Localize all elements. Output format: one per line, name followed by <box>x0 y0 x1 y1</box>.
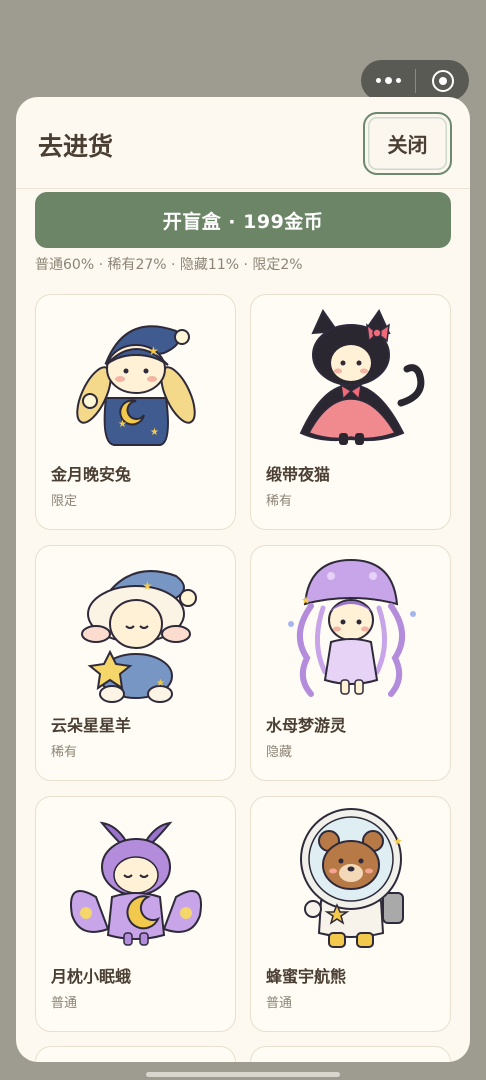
svg-text:★: ★ <box>393 835 403 848</box>
item-rarity: 隐藏 <box>266 745 293 760</box>
open-blind-box-button[interactable]: 开盲盒 · 199金币 <box>35 192 451 248</box>
close-miniprogram-icon[interactable] <box>416 60 469 101</box>
item-card-partial[interactable] <box>250 1046 451 1062</box>
item-name: 缎带夜猫 <box>266 465 331 484</box>
more-icon[interactable] <box>361 60 415 101</box>
item-rarity: 普通 <box>266 996 293 1011</box>
item-grid: ★ ★ ★ 金月晚安兔 限定 缎带夜猫 稀有 ★ ★ 云朵星星羊 稀有 ★ 水母… <box>35 294 451 1032</box>
jellyfish-icon: ★ <box>288 558 416 697</box>
close-button[interactable]: 关闭 <box>363 112 452 175</box>
miniprogram-capsule <box>361 60 469 101</box>
item-rarity: 稀有 <box>51 745 78 760</box>
item-card-partial[interactable] <box>35 1046 236 1062</box>
item-name: 蜂蜜宇航熊 <box>266 967 347 986</box>
moth-icon <box>70 821 202 946</box>
svg-text:★: ★ <box>118 419 127 430</box>
item-name: 云朵星星羊 <box>51 716 132 735</box>
svg-text:★: ★ <box>142 579 153 593</box>
svg-text:★: ★ <box>156 678 165 689</box>
svg-text:★: ★ <box>150 427 159 438</box>
cat-icon <box>299 308 425 445</box>
drop-rates-text: 普通60% · 稀有27% · 隐藏11% · 限定2% <box>35 257 303 273</box>
item-card[interactable]: 月枕小眠蛾 普通 <box>35 796 236 1032</box>
item-card[interactable]: ★ ★ 云朵星星羊 稀有 <box>35 545 236 781</box>
item-card[interactable]: ★ 水母梦游灵 隐藏 <box>250 545 451 781</box>
item-rarity: 稀有 <box>266 494 293 509</box>
sheet-header: 去进货 关闭 <box>16 97 470 189</box>
next-row-partial <box>35 1046 451 1062</box>
restock-sheet: 去进货 关闭 开盲盒 · 199金币 普通60% · 稀有27% · 隐藏11%… <box>16 97 470 1062</box>
item-rarity: 普通 <box>51 996 78 1011</box>
item-rarity: 限定 <box>51 494 78 509</box>
sheet-title: 去进货 <box>38 132 114 161</box>
item-card[interactable]: ★ ★ ★ 金月晚安兔 限定 <box>35 294 236 530</box>
bear-icon: ★ <box>300 808 404 948</box>
item-name: 月枕小眠蛾 <box>51 967 132 986</box>
home-indicator[interactable] <box>146 1072 340 1077</box>
bunny-icon: ★ ★ ★ <box>76 325 196 446</box>
item-name: 金月晚安兔 <box>51 465 132 484</box>
item-card[interactable]: ★ 蜂蜜宇航熊 普通 <box>250 796 451 1032</box>
sheep-icon: ★ ★ <box>81 570 197 703</box>
item-name: 水母梦游灵 <box>266 716 347 735</box>
svg-text:★: ★ <box>301 594 311 607</box>
svg-text:★: ★ <box>148 344 159 358</box>
item-card[interactable]: 缎带夜猫 稀有 <box>250 294 451 530</box>
